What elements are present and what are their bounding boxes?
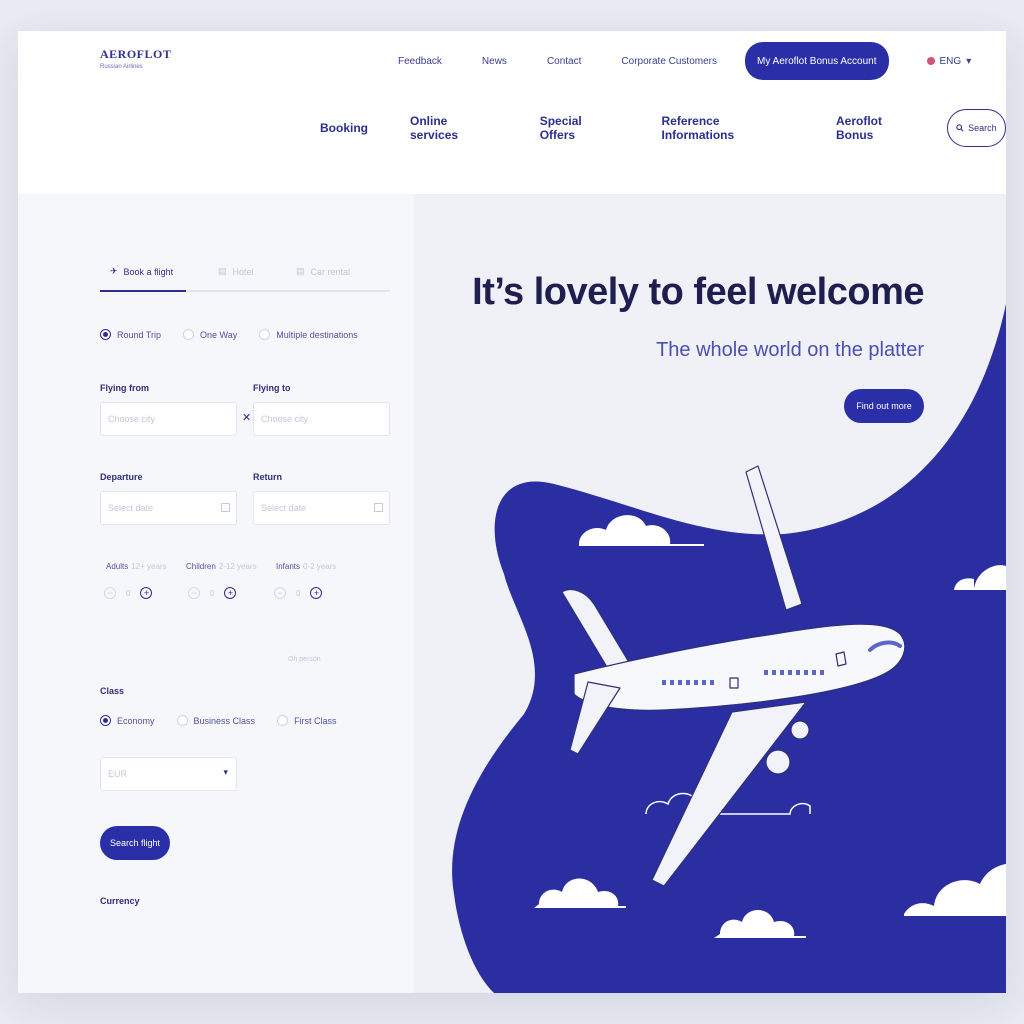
pax-age: 2-12 years bbox=[218, 562, 257, 571]
return-label: Return bbox=[253, 472, 282, 482]
tab-book-flight[interactable]: ✈ Book a flight bbox=[110, 266, 173, 277]
minus-icon[interactable]: − bbox=[104, 587, 116, 599]
brand-tagline: Russian Airlines bbox=[100, 64, 143, 70]
children-label: Children 2-12 years bbox=[186, 562, 257, 571]
airplane-icon: ✈ bbox=[110, 266, 118, 276]
page-card: AEROFLOT Russian Airlines Feedback News … bbox=[18, 31, 1006, 993]
return-date-input[interactable]: Select date bbox=[253, 491, 390, 525]
chevron-down-icon: ▾ bbox=[223, 767, 228, 777]
bonus-account-button[interactable]: My Aeroflot Bonus Account bbox=[745, 42, 889, 80]
top-navigation: Feedback News Contact Corporate Customer… bbox=[398, 42, 972, 80]
nav-online-services[interactable]: Online services bbox=[410, 114, 498, 142]
radio-circle bbox=[100, 715, 111, 726]
swap-icon[interactable]: ✕ bbox=[242, 411, 251, 424]
passenger-hint: Oh person bbox=[288, 656, 321, 663]
nav-aeroflot-bonus[interactable]: Aeroflot Bonus bbox=[836, 114, 922, 142]
plus-icon[interactable]: + bbox=[310, 587, 323, 599]
radio-business-class[interactable]: Business Class bbox=[176, 715, 256, 726]
search-label: Search bbox=[968, 123, 997, 133]
tab-label: Car rental bbox=[310, 266, 351, 277]
tab-label: Book a flight bbox=[123, 266, 174, 277]
radio-round-trip[interactable]: Round Trip bbox=[100, 329, 161, 340]
pax-age: 0-2 years bbox=[303, 562, 337, 571]
flying-from-label: Flying from bbox=[100, 383, 149, 393]
radio-label: Round Trip bbox=[117, 329, 162, 340]
radio-circle bbox=[100, 329, 111, 340]
radio-label: Multiple destinations bbox=[276, 329, 358, 340]
plus-icon[interactable]: + bbox=[224, 587, 237, 599]
aeroflot-logo[interactable]: AEROFLOT Russian Airlines bbox=[100, 47, 171, 70]
flying-from-input[interactable]: Choose city bbox=[100, 402, 237, 436]
main-navigation: Booking Online services Special Offers R… bbox=[320, 109, 1006, 147]
nav-link-contact[interactable]: Contact bbox=[547, 56, 581, 67]
language-selector[interactable]: ENG ▾ bbox=[926, 55, 972, 67]
infants-label: Infants 0-2 years bbox=[276, 562, 336, 571]
booking-tabs: ✈ Book a flight ▤ Hotel ▤ Car rental bbox=[100, 260, 390, 292]
children-count: 0 bbox=[210, 588, 215, 598]
tab-car-rental[interactable]: ▤ Car rental bbox=[296, 266, 350, 277]
radio-circle bbox=[277, 715, 289, 726]
minus-icon[interactable]: − bbox=[274, 587, 286, 599]
pax-label: Adults bbox=[106, 562, 129, 571]
flag-icon bbox=[926, 57, 935, 65]
find-out-more-button[interactable]: Find out more bbox=[844, 389, 924, 423]
tab-label: Hotel bbox=[232, 266, 254, 277]
active-tab-indicator bbox=[100, 290, 186, 292]
brand-name: AEROFLOT bbox=[100, 47, 172, 61]
radio-one-way[interactable]: One Way bbox=[183, 329, 237, 340]
radio-circle bbox=[259, 329, 271, 340]
adults-label: Adults 12+ years bbox=[106, 562, 167, 571]
radio-label: Economy bbox=[117, 715, 155, 726]
nav-link-corporate-customers[interactable]: Corporate Customers bbox=[621, 56, 717, 67]
chevron-down-icon: ▾ bbox=[966, 55, 972, 67]
currency-label: Currency bbox=[100, 896, 140, 906]
search-icon bbox=[956, 124, 964, 132]
departure-placeholder: Select date bbox=[108, 503, 154, 513]
children-stepper: − 0 + bbox=[188, 587, 237, 599]
radio-economy[interactable]: Economy bbox=[100, 715, 155, 726]
pax-label: Infants bbox=[276, 562, 301, 571]
pax-label: Children bbox=[186, 562, 216, 571]
adults-stepper: − 0 + bbox=[104, 587, 153, 599]
language-label: ENG bbox=[939, 55, 962, 67]
nav-reference-informations[interactable]: Reference Informations bbox=[661, 114, 794, 142]
search-flight-button[interactable]: Search flight bbox=[100, 826, 170, 860]
nav-special-offers[interactable]: Special Offers bbox=[540, 114, 620, 142]
calendar-icon bbox=[221, 503, 230, 512]
radio-label: One Way bbox=[200, 329, 238, 340]
booking-panel: ✈ Book a flight ▤ Hotel ▤ Car rental Rou… bbox=[18, 194, 414, 993]
flying-to-label: Flying to bbox=[253, 383, 291, 393]
hero-subtitle: The whole world on the platter bbox=[656, 339, 924, 361]
radio-circle bbox=[183, 329, 195, 340]
hero-title: It’s lovely to feel welcome bbox=[472, 271, 924, 313]
class-group: Economy Business Class First Class bbox=[100, 715, 359, 726]
trip-type-group: Round Trip One Way Multiple destinations bbox=[100, 329, 380, 340]
nav-link-news[interactable]: News bbox=[482, 56, 507, 67]
radio-multiple-destinations[interactable]: Multiple destinations bbox=[259, 329, 358, 340]
flying-to-input[interactable]: Choose city bbox=[253, 402, 390, 436]
radio-first-class[interactable]: First Class bbox=[277, 715, 337, 726]
departure-date-input[interactable]: Select date bbox=[100, 491, 237, 525]
nav-booking[interactable]: Booking bbox=[320, 121, 368, 135]
minus-icon[interactable]: − bbox=[188, 587, 200, 599]
radio-circle bbox=[176, 715, 188, 726]
infants-stepper: − 0 + bbox=[274, 587, 323, 599]
infants-count: 0 bbox=[296, 588, 301, 598]
hotel-icon: ▤ bbox=[218, 266, 227, 276]
car-icon: ▤ bbox=[296, 266, 305, 276]
plus-icon[interactable]: + bbox=[140, 587, 153, 599]
radio-label: First Class bbox=[294, 715, 337, 726]
calendar-icon bbox=[374, 503, 383, 512]
departure-label: Departure bbox=[100, 472, 143, 482]
return-placeholder: Select date bbox=[261, 503, 307, 513]
nav-link-feedback[interactable]: Feedback bbox=[398, 56, 442, 67]
adults-count: 0 bbox=[126, 588, 131, 598]
currency-value: EUR bbox=[108, 769, 128, 779]
currency-select[interactable]: EUR ▾ bbox=[100, 757, 237, 791]
radio-label: Business Class bbox=[193, 715, 256, 726]
search-button[interactable]: Search bbox=[946, 109, 1006, 147]
class-label: Class bbox=[100, 686, 125, 696]
pax-age: 12+ years bbox=[131, 562, 167, 571]
tab-hotel[interactable]: ▤ Hotel bbox=[218, 266, 254, 277]
